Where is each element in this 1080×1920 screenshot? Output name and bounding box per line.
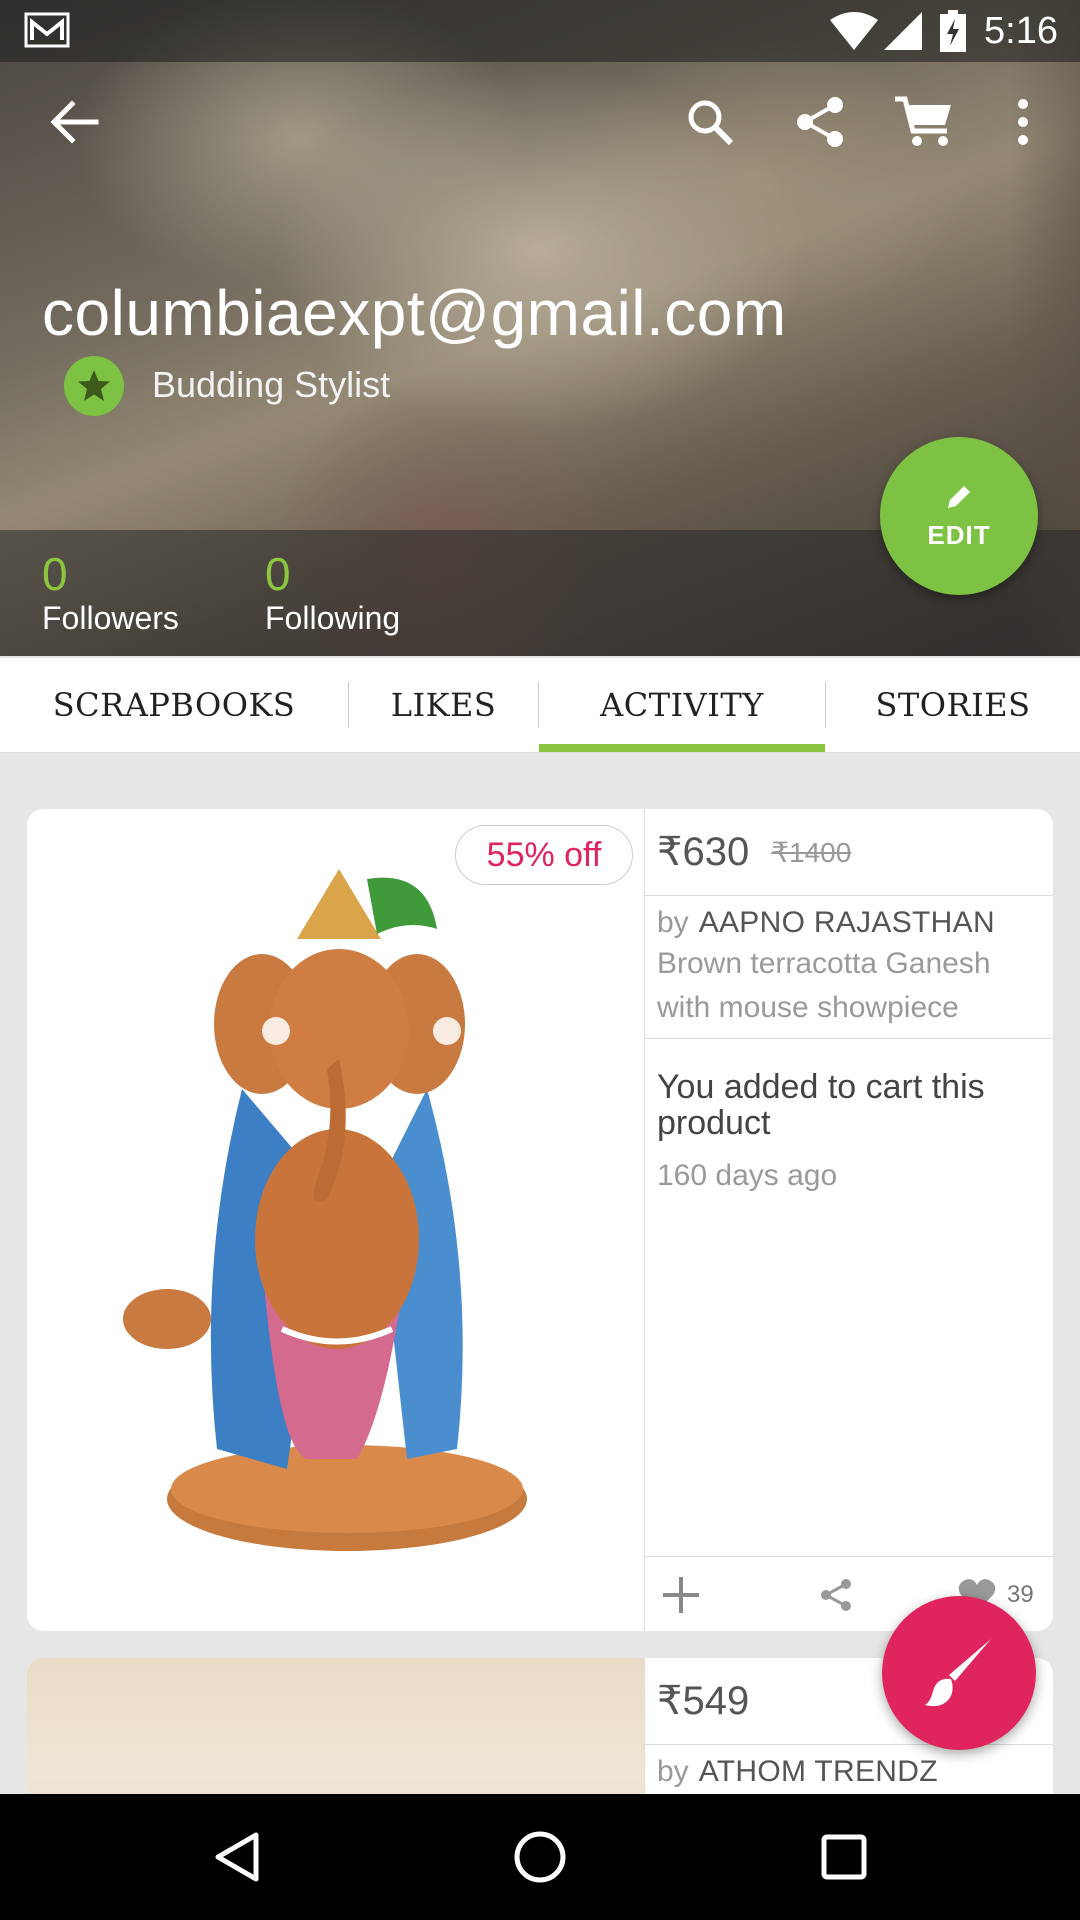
overflow-menu-button[interactable]	[992, 90, 1054, 154]
seller-name: ATHOM TRENDZ	[698, 1755, 938, 1788]
active-tab-indicator	[539, 744, 825, 752]
brush-icon	[925, 1639, 991, 1707]
add-to-scrapbook-button[interactable]	[659, 1573, 703, 1617]
signal-icon	[884, 12, 922, 50]
following-count: 0	[265, 548, 291, 600]
followers-count: 0	[42, 548, 68, 600]
profile-email: columbiaexpt@gmail.com	[42, 277, 787, 349]
followers-label: Followers	[42, 600, 179, 636]
search-icon	[688, 100, 734, 146]
status-bar: 5:16	[0, 0, 1080, 62]
edit-label: EDIT	[927, 519, 991, 550]
overflow-menu-icon	[1018, 99, 1028, 145]
original-price: ₹1400	[771, 836, 852, 868]
ganesh-figurine-image	[123, 869, 527, 1551]
nav-back-icon	[215, 1832, 259, 1882]
status-time: 5:16	[984, 10, 1058, 52]
discount-badge: 55% off	[455, 825, 633, 885]
back-button[interactable]	[42, 90, 106, 154]
by-label: by	[657, 906, 689, 939]
following-stat[interactable]: 0 Following	[265, 550, 400, 637]
back-arrow-icon	[50, 100, 99, 144]
profile-tabs: SCRAPBOOKS LIKES ACTIVITY STORIES	[0, 658, 1080, 753]
tab-activity[interactable]: ACTIVITY	[539, 658, 825, 752]
cart-button[interactable]	[892, 90, 956, 154]
tab-likes[interactable]: LIKES	[349, 658, 538, 752]
seller-block[interactable]: by AAPNO RAJASTHAN Brown terracotta Ganes…	[645, 896, 1053, 1039]
following-label: Following	[265, 600, 401, 636]
wifi-icon	[830, 12, 878, 50]
toolbar	[0, 62, 1080, 186]
nav-home-icon	[514, 1831, 566, 1883]
badge-label: Budding Stylist	[152, 364, 391, 405]
pencil-icon	[948, 485, 970, 508]
price: ₹549	[657, 1679, 750, 1723]
product-image[interactable]: 55% off	[27, 809, 645, 1631]
share-icon	[797, 97, 843, 147]
activity-text: You added to cart this product	[657, 1068, 985, 1142]
activity-card[interactable]: 55% off ₹630 ₹1400 by AAPNO RAJASTHAN Bro…	[27, 809, 1053, 1631]
tab-stories[interactable]: STORIES	[826, 658, 1080, 752]
price: ₹630	[657, 830, 750, 874]
battery-icon	[940, 10, 966, 52]
like-count: 39	[1007, 1581, 1034, 1608]
product-info: ₹630 ₹1400 by AAPNO RAJASTHAN Brown terra…	[645, 809, 1053, 1193]
share-product-button[interactable]	[818, 1577, 854, 1613]
cart-icon	[895, 96, 951, 146]
seller-name: AAPNO RAJASTHAN	[698, 906, 995, 939]
share-icon	[821, 1579, 851, 1611]
star-icon	[78, 370, 110, 401]
nav-recents-icon	[821, 1834, 867, 1880]
share-button[interactable]	[788, 90, 852, 154]
mail-icon	[24, 12, 70, 48]
create-story-button[interactable]	[882, 1596, 1036, 1750]
price-row: ₹630 ₹1400	[645, 809, 1053, 896]
activity-time: 160 days ago	[657, 1159, 838, 1192]
followers-stat[interactable]: 0 Followers	[42, 550, 179, 637]
nav-recents-button[interactable]	[812, 1825, 876, 1889]
edit-profile-button[interactable]: EDIT	[880, 437, 1038, 595]
by-label: by	[657, 1755, 689, 1788]
system-nav-bar	[0, 1794, 1080, 1920]
badge-icon	[64, 356, 124, 416]
nav-home-button[interactable]	[508, 1825, 572, 1889]
product-description: Brown terracotta Ganesh with mouse showp…	[657, 947, 991, 1024]
add-icon	[663, 1577, 699, 1613]
tab-scrapbooks[interactable]: SCRAPBOOKS	[0, 658, 348, 752]
search-button[interactable]	[678, 90, 742, 154]
seller-block[interactable]: by ATHOM TRENDZ	[645, 1745, 1053, 1798]
nav-back-button[interactable]	[205, 1825, 269, 1889]
